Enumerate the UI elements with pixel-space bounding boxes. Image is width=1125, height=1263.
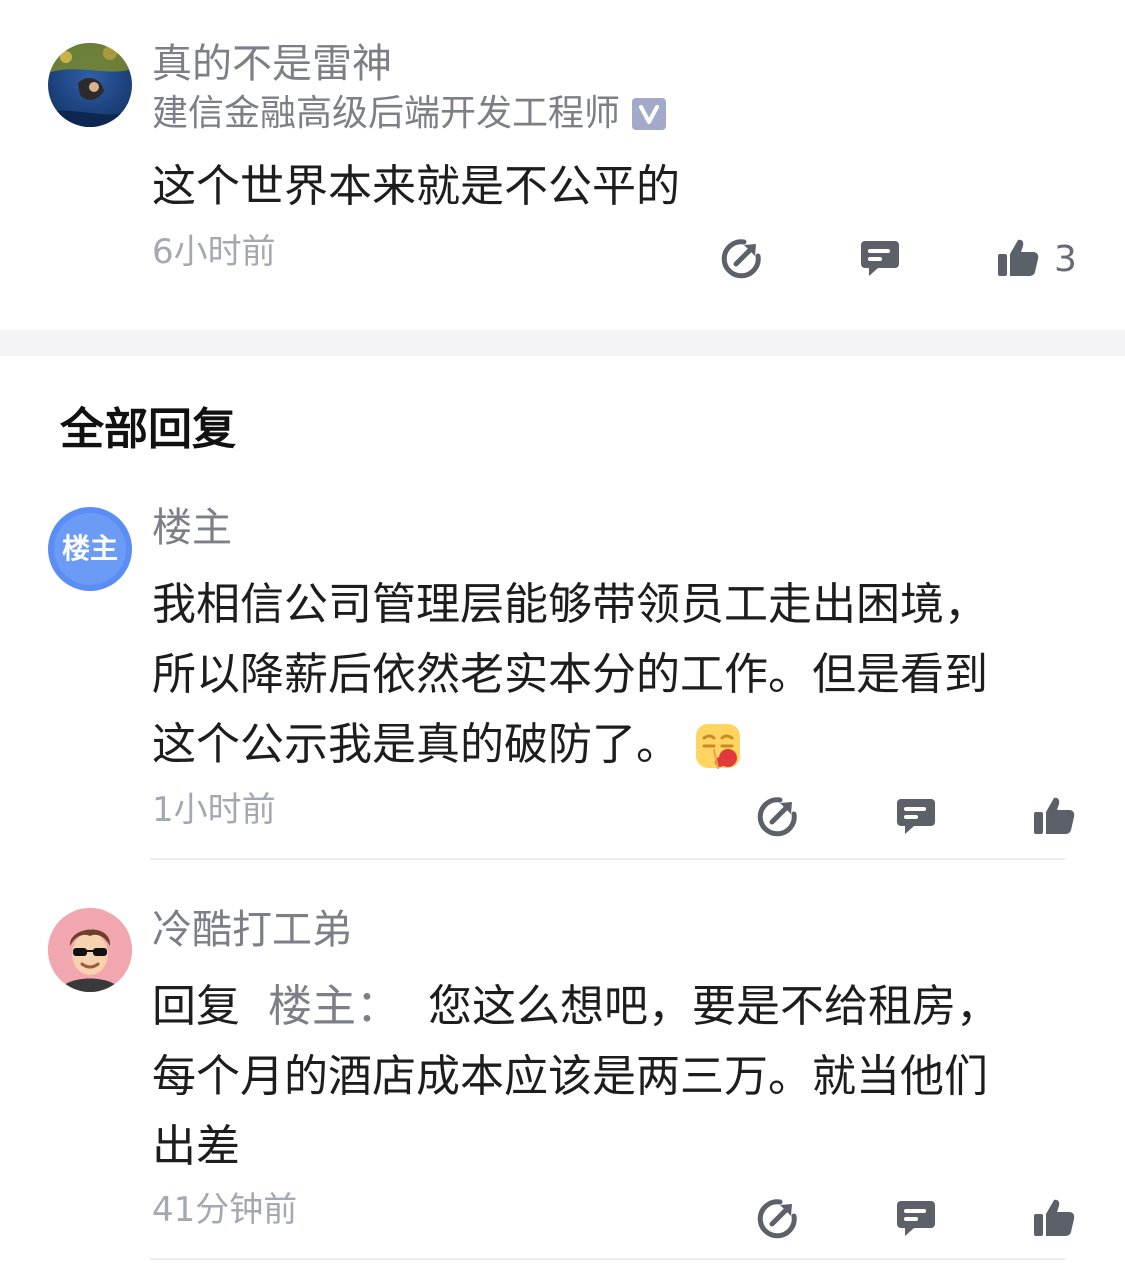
comment-text: 这个世界本来就是不公平的 — [152, 161, 680, 212]
avatar[interactable] — [48, 43, 132, 127]
reply-text: 我相信公司管理层能够带领员工走出困境， 所以降薪后依然老实本分的工作。但是看到 … — [152, 570, 1092, 780]
share-icon[interactable] — [756, 794, 800, 838]
reply-separator — [150, 858, 1065, 860]
reply-text: 回复 楼主： 您这么想吧，要是不给租房， 每个月的酒店成本应该是两三万。就当他们… — [152, 972, 1092, 1182]
reply-text-line: 出差 — [152, 1121, 240, 1172]
share-icon[interactable] — [756, 1196, 800, 1240]
reply-prefix: 回复 — [152, 981, 240, 1032]
comment-time: 6小时前 — [152, 232, 276, 272]
reply-author-name[interactable]: 楼主 — [152, 504, 232, 552]
avatar[interactable] — [48, 908, 132, 992]
author-name[interactable]: 真的不是雷神 — [152, 40, 392, 88]
reply-text-line-content: 您这么想吧，要是不给租房， — [428, 981, 1000, 1032]
op-avatar-label: 楼主 — [61, 532, 118, 565]
reply-text-line-content: 这个公示我是真的破防了。 — [152, 719, 680, 770]
reply-time: 41分钟前 — [152, 1190, 298, 1230]
emoji-icon — [694, 721, 742, 769]
op-avatar[interactable]: 楼主 — [48, 507, 132, 591]
replies-section-title: 全部回复 — [60, 404, 236, 455]
reply-text-line: 回复 楼主： 您这么想吧，要是不给租房， — [152, 972, 1092, 1042]
comment-icon[interactable] — [858, 236, 902, 280]
reply-text-line: 我相信公司管理层能够带领员工走出困境， — [152, 579, 988, 630]
thumbs-up-icon[interactable] — [996, 236, 1040, 280]
section-divider — [0, 330, 1125, 356]
author-job-title: 建信金融高级后端开发工程师 — [152, 92, 667, 136]
job-title-text: 建信金融高级后端开发工程师 — [152, 93, 621, 134]
reply-author-name[interactable]: 冷酷打工弟 — [152, 906, 352, 954]
share-icon[interactable] — [720, 236, 764, 280]
comment-icon[interactable] — [894, 794, 938, 838]
reply-time: 1小时前 — [152, 790, 276, 830]
reply-target-link[interactable]: 楼主： — [268, 981, 400, 1032]
like-count: 3 — [1054, 239, 1077, 280]
thumbs-up-icon[interactable] — [1032, 1196, 1076, 1240]
reply-text-line: 这个公示我是真的破防了。 — [152, 710, 1092, 780]
reply-text-line: 所以降薪后依然老实本分的工作。但是看到 — [152, 649, 988, 700]
reply-text-line: 每个月的酒店成本应该是两三万。就当他们 — [152, 1051, 988, 1102]
comment-icon[interactable] — [894, 1196, 938, 1240]
thumbs-up-icon[interactable] — [1032, 794, 1076, 838]
reply-separator — [150, 1258, 1065, 1260]
verified-badge-icon — [632, 98, 667, 130]
